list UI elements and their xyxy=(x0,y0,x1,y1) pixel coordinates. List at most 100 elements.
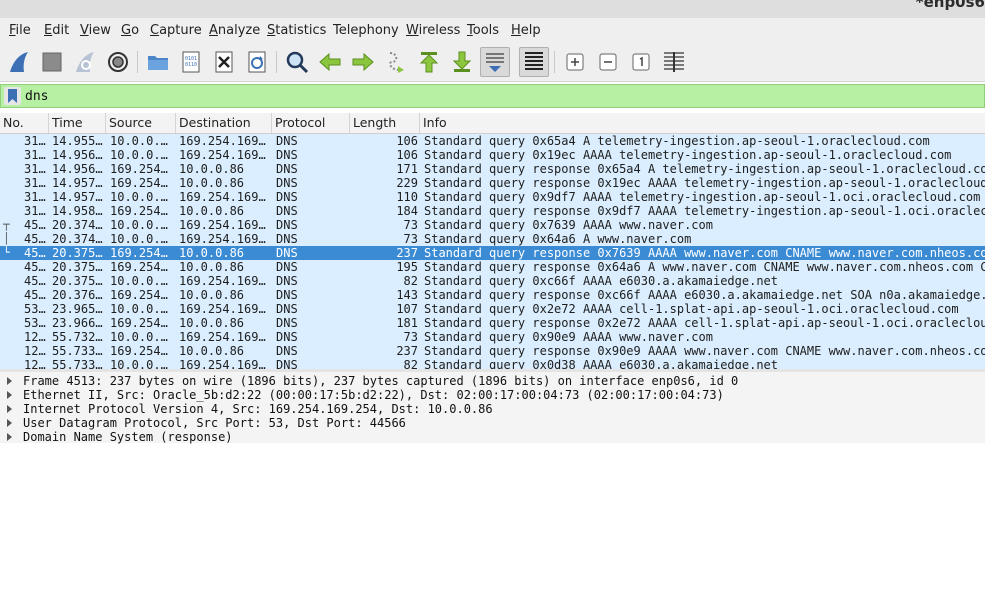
go-last-button[interactable] xyxy=(447,47,477,77)
details-tree-item[interactable]: Domain Name System (response) xyxy=(0,430,985,444)
packet-cell-proto: DNS xyxy=(276,330,298,344)
packet-cell-src: 10.0.0.… xyxy=(110,274,168,288)
packet-cell-time: 14.957… xyxy=(52,176,103,190)
column-header-time[interactable]: Time xyxy=(49,113,106,133)
packet-row[interactable]: 12… 55.732… 10.0.0.… 169.254.169… DNS 73 Stand… xyxy=(0,330,985,344)
filter-bookmark-button[interactable] xyxy=(4,87,21,105)
expand-arrow-icon[interactable] xyxy=(7,405,12,413)
packet-row[interactable]: 12… 55.733… 169.254… 10.0.0.86 DNS 237 Standar… xyxy=(0,344,985,358)
capture-options-button[interactable] xyxy=(103,47,133,77)
menu-analyze[interactable]: Analyze xyxy=(209,23,260,38)
packet-cell-no: 45… xyxy=(24,232,46,246)
menu-go[interactable]: Go xyxy=(121,23,139,38)
go-to-packet-button[interactable] xyxy=(381,47,411,77)
column-header-no[interactable]: No. xyxy=(0,113,49,133)
menu-help[interactable]: Help xyxy=(511,23,541,38)
packet-row[interactable]: └ 45… 20.375… 169.254… 10.0.0.86 DNS 237 Standa… xyxy=(0,246,985,260)
menu-file[interactable]: File xyxy=(9,23,31,38)
start-capture-button[interactable] xyxy=(4,47,34,77)
packet-cell-dst: 10.0.0.86 xyxy=(179,316,245,330)
packet-row[interactable]: 31… 14.958… 169.254… 10.0.0.86 DNS 184 Standar… xyxy=(0,204,985,218)
zoom-normal-button[interactable] xyxy=(626,47,656,77)
packet-row[interactable]: 31… 14.956… 169.254… 10.0.0.86 DNS 171 Standar… xyxy=(0,162,985,176)
packet-cell-len: 237 xyxy=(396,246,418,260)
colorize-button[interactable] xyxy=(519,47,549,77)
menu-label: ools xyxy=(472,23,500,38)
restart-fin-icon xyxy=(76,52,94,72)
column-header-source[interactable]: Source xyxy=(106,113,176,133)
open-file-button[interactable] xyxy=(143,47,173,77)
stop-capture-button[interactable] xyxy=(37,47,67,77)
menu-capture[interactable]: Capture xyxy=(150,23,202,38)
reload-file-button[interactable] xyxy=(242,47,272,77)
packet-cell-proto: DNS xyxy=(276,204,298,218)
packet-row[interactable]: 53… 23.966… 169.254… 10.0.0.86 DNS 181 Standar… xyxy=(0,316,985,330)
expand-arrow-icon[interactable] xyxy=(7,377,12,385)
packet-cell-dst: 169.254.169… xyxy=(179,148,266,162)
expand-arrow-icon[interactable] xyxy=(7,433,12,441)
go-to-packet-icon xyxy=(389,52,404,73)
packet-cell-no: 31… xyxy=(24,190,46,204)
menu-label: iew xyxy=(88,23,111,38)
packet-row[interactable]: 45… 20.375… 169.254… 10.0.0.86 DNS 195 Standar… xyxy=(0,260,985,274)
expand-arrow-icon[interactable] xyxy=(7,391,12,399)
packet-row[interactable]: 45… 20.375… 10.0.0.… 169.254.169… DNS 82 Stand… xyxy=(0,274,985,288)
packet-cell-src: 169.254… xyxy=(110,260,168,274)
packet-cell-proto: DNS xyxy=(276,288,298,302)
toolbar-separator xyxy=(554,51,555,73)
reload-file-icon xyxy=(248,51,266,73)
packet-cell-info: Standard query 0x64a6 A www.naver.com xyxy=(424,232,692,246)
packet-row[interactable]: 45… 20.376… 169.254… 10.0.0.86 DNS 143 Standar… xyxy=(0,288,985,302)
packet-row[interactable]: 31… 14.957… 169.254… 10.0.0.86 DNS 229 Standar… xyxy=(0,176,985,190)
packet-cell-info: Standard query 0x90e9 AAAA www.naver.com xyxy=(424,330,713,344)
go-first-button[interactable] xyxy=(414,47,444,77)
zoom-out-button[interactable] xyxy=(593,47,623,77)
column-header-protocol[interactable]: Protocol xyxy=(272,113,350,133)
packet-cell-info: Standard query response 0x9df7 AAAA tele… xyxy=(424,204,985,218)
details-tree-label: Domain Name System (response) xyxy=(23,430,233,444)
go-back-button[interactable] xyxy=(315,47,345,77)
column-header-info[interactable]: Info xyxy=(420,113,985,133)
menu-tools[interactable]: Tools xyxy=(467,23,499,38)
details-tree-item[interactable]: User Datagram Protocol, Src Port: 53, Ds… xyxy=(0,416,985,430)
column-header-length[interactable]: Length xyxy=(350,113,420,133)
zoom-in-button[interactable] xyxy=(560,47,590,77)
close-file-button[interactable] xyxy=(209,47,239,77)
save-file-button[interactable]: 0101 0110 xyxy=(176,47,206,77)
details-tree-item[interactable]: Internet Protocol Version 4, Src: 169.25… xyxy=(0,402,985,416)
find-packet-button[interactable] xyxy=(282,47,312,77)
menu-mnemonic: E xyxy=(44,23,53,38)
zoom-out-icon xyxy=(599,53,617,71)
menu-wireless[interactable]: Wireless xyxy=(406,23,460,38)
autoscroll-button[interactable] xyxy=(480,47,510,77)
display-filter-input[interactable] xyxy=(25,87,975,105)
packet-row[interactable]: 31… 14.957… 10.0.0.… 169.254.169… DNS 110 Stan… xyxy=(0,190,985,204)
details-tree-item[interactable]: Frame 4513: 237 bytes on wire (1896 bits… xyxy=(0,374,985,388)
packet-cell-info: Standard query response 0x64a6 A www.nav… xyxy=(424,260,985,274)
menu-label: apture xyxy=(159,23,202,38)
column-header-destination[interactable]: Destination xyxy=(176,113,272,133)
resize-columns-button[interactable] xyxy=(659,47,689,77)
menu-edit[interactable]: Edit xyxy=(44,23,69,38)
packet-cell-info: Standard query response 0xc66f AAAA e603… xyxy=(424,288,985,302)
packet-row[interactable]: 53… 23.965… 10.0.0.… 169.254.169… DNS 107 Stan… xyxy=(0,302,985,316)
packet-row[interactable]: 31… 14.955… 10.0.0.… 169.254.169… DNS 106 Stan… xyxy=(0,134,985,148)
details-tree-item[interactable]: Ethernet II, Src: Oracle_5b:d2:22 (00:00… xyxy=(0,388,985,402)
go-forward-button[interactable] xyxy=(348,47,378,77)
menu-mnemonic: A xyxy=(209,23,218,38)
packet-row[interactable]: │ 45… 20.374… 10.0.0.… 169.254.169… DNS 73 Stan… xyxy=(0,232,985,246)
packet-cell-no: 53… xyxy=(24,302,46,316)
packet-cell-dst: 169.254.169… xyxy=(179,190,266,204)
packet-row[interactable]: ┬ 45… 20.374… 10.0.0.… 169.254.169… DNS 73 Stan… xyxy=(0,218,985,232)
packet-row[interactable]: 31… 14.956… 10.0.0.… 169.254.169… DNS 106 Stan… xyxy=(0,148,985,162)
svg-text:0110: 0110 xyxy=(185,62,197,68)
packet-cell-dst: 169.254.169… xyxy=(179,358,266,369)
packet-row[interactable]: 12… 55.733… 10.0.0.… 169.254.169… DNS 82 Stand… xyxy=(0,358,985,369)
expand-arrow-icon[interactable] xyxy=(7,419,12,427)
packet-cell-src: 169.254… xyxy=(110,162,168,176)
menu-telephony[interactable]: Telephony xyxy=(333,23,399,38)
zoom-in-icon xyxy=(566,53,584,71)
menu-statistics[interactable]: Statistics xyxy=(267,23,326,38)
restart-capture-button[interactable] xyxy=(70,47,100,77)
menu-view[interactable]: View xyxy=(80,23,111,38)
